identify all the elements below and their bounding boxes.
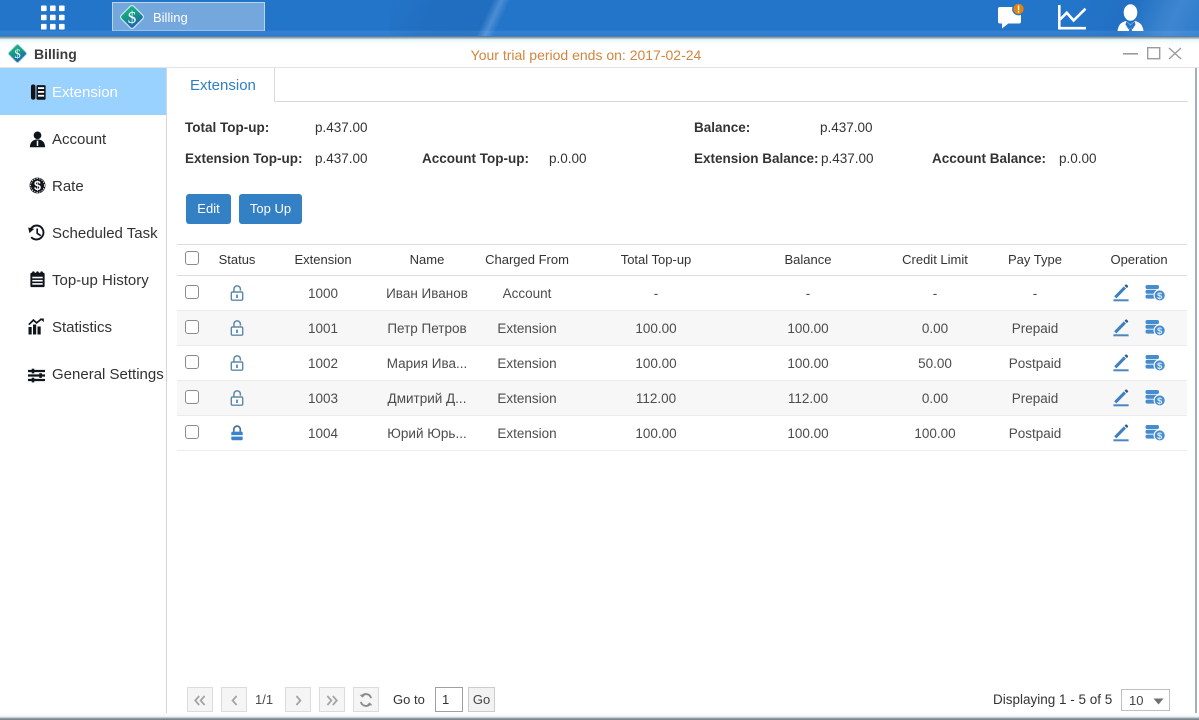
svg-text:$: $ [1157, 431, 1163, 442]
svg-text:$: $ [1157, 396, 1163, 407]
svg-text:$: $ [34, 179, 41, 193]
svg-text:$: $ [1157, 326, 1163, 337]
svg-text:!: ! [1017, 5, 1020, 16]
svg-text:$: $ [1157, 361, 1163, 372]
svg-text:$: $ [128, 8, 137, 27]
svg-text:$: $ [1157, 291, 1163, 302]
